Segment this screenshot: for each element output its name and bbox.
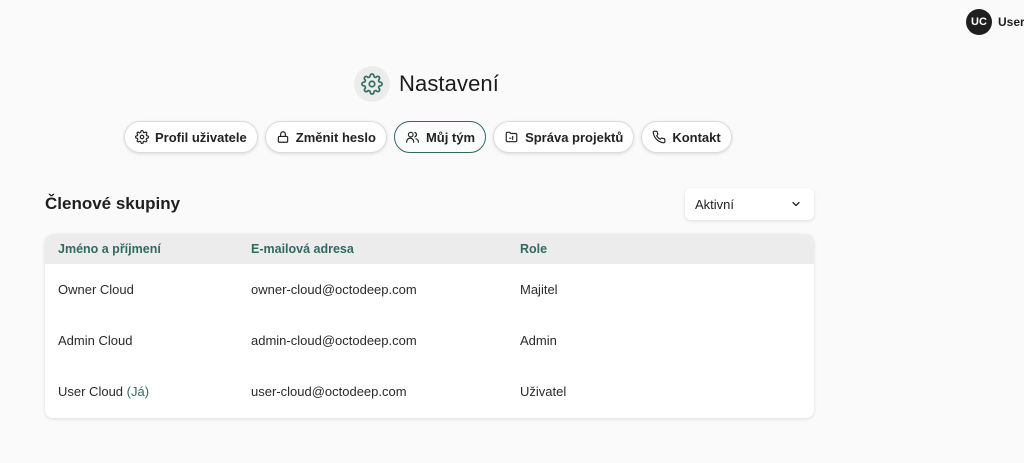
member-role: Admin (520, 333, 557, 348)
gear-icon (135, 130, 149, 144)
column-header-role: Role (520, 242, 548, 256)
tab-contact[interactable]: Kontakt (641, 121, 732, 153)
table-row: Owner Cloud owner-cloud@octodeep.com Maj… (45, 264, 814, 315)
avatar[interactable]: UC (966, 9, 992, 35)
tab-label: Změnit heslo (295, 129, 376, 145)
tab-change-password[interactable]: Změnit heslo (264, 121, 387, 153)
lock-icon (277, 131, 288, 143)
tab-profile[interactable]: Profil uživatele (124, 121, 258, 153)
status-filter-select[interactable]: Aktivní (685, 188, 814, 220)
member-email: user-cloud@octodeep.com (251, 384, 407, 399)
status-filter-value: Aktivní (695, 196, 735, 212)
gear-icon (354, 66, 390, 102)
users-icon (406, 131, 419, 143)
section-title: Členové skupiny (45, 194, 181, 213)
member-name: Owner Cloud (58, 282, 134, 297)
table-header: Jméno a příjmení E-mailová adresa Role (45, 234, 814, 264)
member-email: owner-cloud@octodeep.com (251, 282, 417, 297)
table-row: User Cloud (Já) user-cloud@octodeep.com … (45, 366, 814, 417)
tab-label: Můj tým (425, 129, 476, 145)
chevron-down-icon (792, 201, 800, 207)
tab-projects[interactable]: Správa projektů (493, 121, 635, 153)
page-header: Nastavení (354, 66, 499, 102)
folder-icon (505, 131, 518, 143)
members-table: Jméno a příjmení E-mailová adresa Role O… (45, 234, 814, 418)
column-header-email: E-mailová adresa (251, 242, 354, 256)
tab-label: Profil uživatele (155, 129, 247, 145)
me-tag: (Já) (126, 384, 150, 399)
tab-my-team[interactable]: Můj tým (393, 121, 487, 153)
member-role: Majitel (520, 282, 558, 297)
member-name: Admin Cloud (58, 333, 133, 348)
column-header-name: Jméno a příjmení (58, 242, 161, 256)
member-email: admin-cloud@octodeep.com (251, 333, 417, 348)
member-name: User Cloud (Já) (58, 384, 150, 399)
table-row: Admin Cloud admin-cloud@octodeep.com Adm… (45, 315, 814, 366)
member-role: Uživatel (520, 384, 567, 399)
user-name[interactable]: User (998, 15, 1024, 29)
tab-label: Správa projektů (525, 129, 624, 145)
page-title: Nastavení (399, 71, 499, 96)
phone-icon (652, 130, 666, 144)
user-menu[interactable]: UC User (966, 9, 1024, 35)
tab-label: Kontakt (672, 129, 721, 145)
settings-tabs: Profil uživatele Změnit heslo Můj tým Sp… (124, 121, 732, 153)
